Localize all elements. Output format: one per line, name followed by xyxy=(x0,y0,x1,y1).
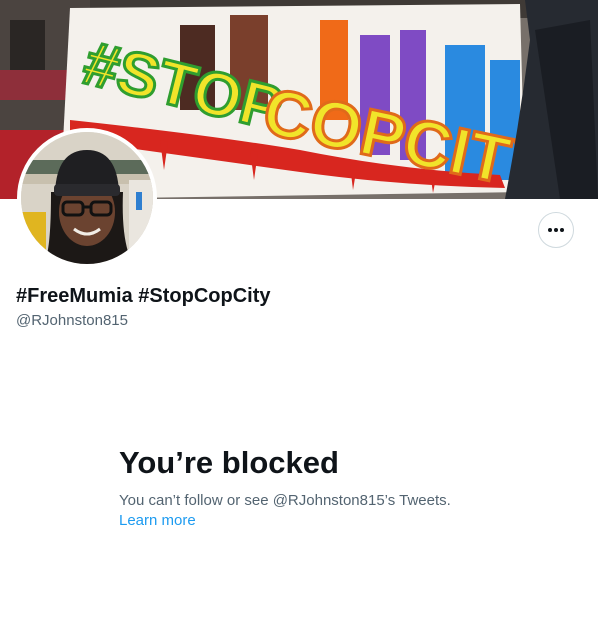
profile-avatar[interactable] xyxy=(17,128,157,268)
avatar-photo-illustration xyxy=(21,132,153,264)
more-options-button[interactable] xyxy=(538,212,574,248)
more-horizontal-icon xyxy=(548,228,564,232)
learn-more-link[interactable]: Learn more xyxy=(119,511,196,531)
blocked-heading: You’re blocked xyxy=(119,445,339,480)
profile-page: #STOP COPCITY #FreeMumia #StopCopCity @R… xyxy=(0,0,598,630)
blocked-message: You can’t follow or see @RJohnston815’s … xyxy=(119,492,451,509)
profile-display-name: #FreeMumia #StopCopCity xyxy=(16,285,271,307)
profile-handle: @RJohnston815 xyxy=(16,312,128,329)
